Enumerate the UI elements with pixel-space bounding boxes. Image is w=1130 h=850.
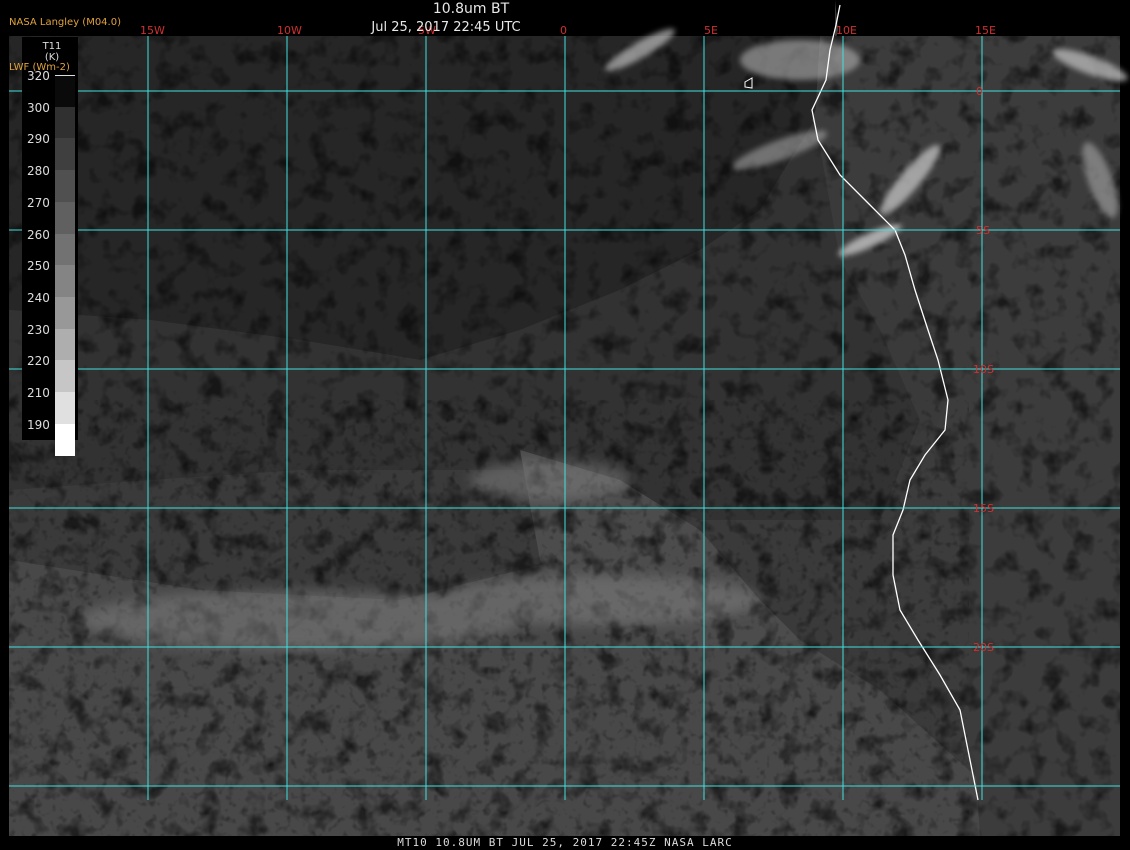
legend-tick-label: 300 xyxy=(27,100,50,115)
legend-swatch xyxy=(55,75,75,109)
legend-tick-label: 250 xyxy=(27,259,50,274)
legend-swatch xyxy=(55,423,75,457)
legend-swatch xyxy=(55,265,75,298)
credit-label: NASA Langley (M04.0) xyxy=(9,17,121,28)
legend-swatch xyxy=(55,296,75,330)
legend-variable: T11 (K) xyxy=(42,41,62,63)
lat-label-10s: 10S xyxy=(973,363,994,376)
image-date: Jul 25, 2017 22:45 UTC xyxy=(371,20,521,35)
lat-label-0: 0 xyxy=(976,85,983,98)
legend-tick-label: 280 xyxy=(27,164,50,179)
legend-secondary-unit: LWF (Wm-2) xyxy=(9,62,70,73)
legend-tick-label: 260 xyxy=(27,227,50,242)
legend-swatch xyxy=(55,201,75,235)
legend-tick-label: 230 xyxy=(27,322,50,337)
legend-tick-label: 220 xyxy=(27,354,50,369)
legend-swatch xyxy=(55,233,75,267)
legend-swatch xyxy=(55,328,75,362)
legend-tick-label: 210 xyxy=(27,386,50,400)
legend-tick-label: 240 xyxy=(27,290,50,305)
legend-tick-label: 270 xyxy=(27,195,50,210)
lat-label-15s: 15S xyxy=(973,502,994,515)
lat-label-20s: 20S xyxy=(973,641,994,654)
lon-label-15e: 15E xyxy=(975,24,996,37)
legend-swatch xyxy=(55,392,75,425)
legend-swatch xyxy=(55,106,75,140)
legend-tick-label: 290 xyxy=(27,132,50,147)
image-title: 10.8um BT xyxy=(432,1,510,17)
legend-swatch xyxy=(55,138,75,172)
footer-caption: MT10 10.8UM BT JUL 25, 2017 22:45Z NASA … xyxy=(397,836,733,849)
legend-tick-label: 190 xyxy=(27,417,50,432)
satellite-map: 15W 10W 5W 0 5E 10E 15E 0 5S 10S 15S 20S xyxy=(9,0,1128,836)
legend-swatch xyxy=(55,170,75,203)
color-legend: T11 (K) 320 300 290 280 270 260 250 240 230 220 21… xyxy=(22,37,78,457)
lat-label-5s: 5S xyxy=(976,224,990,237)
legend-swatch xyxy=(55,360,75,393)
